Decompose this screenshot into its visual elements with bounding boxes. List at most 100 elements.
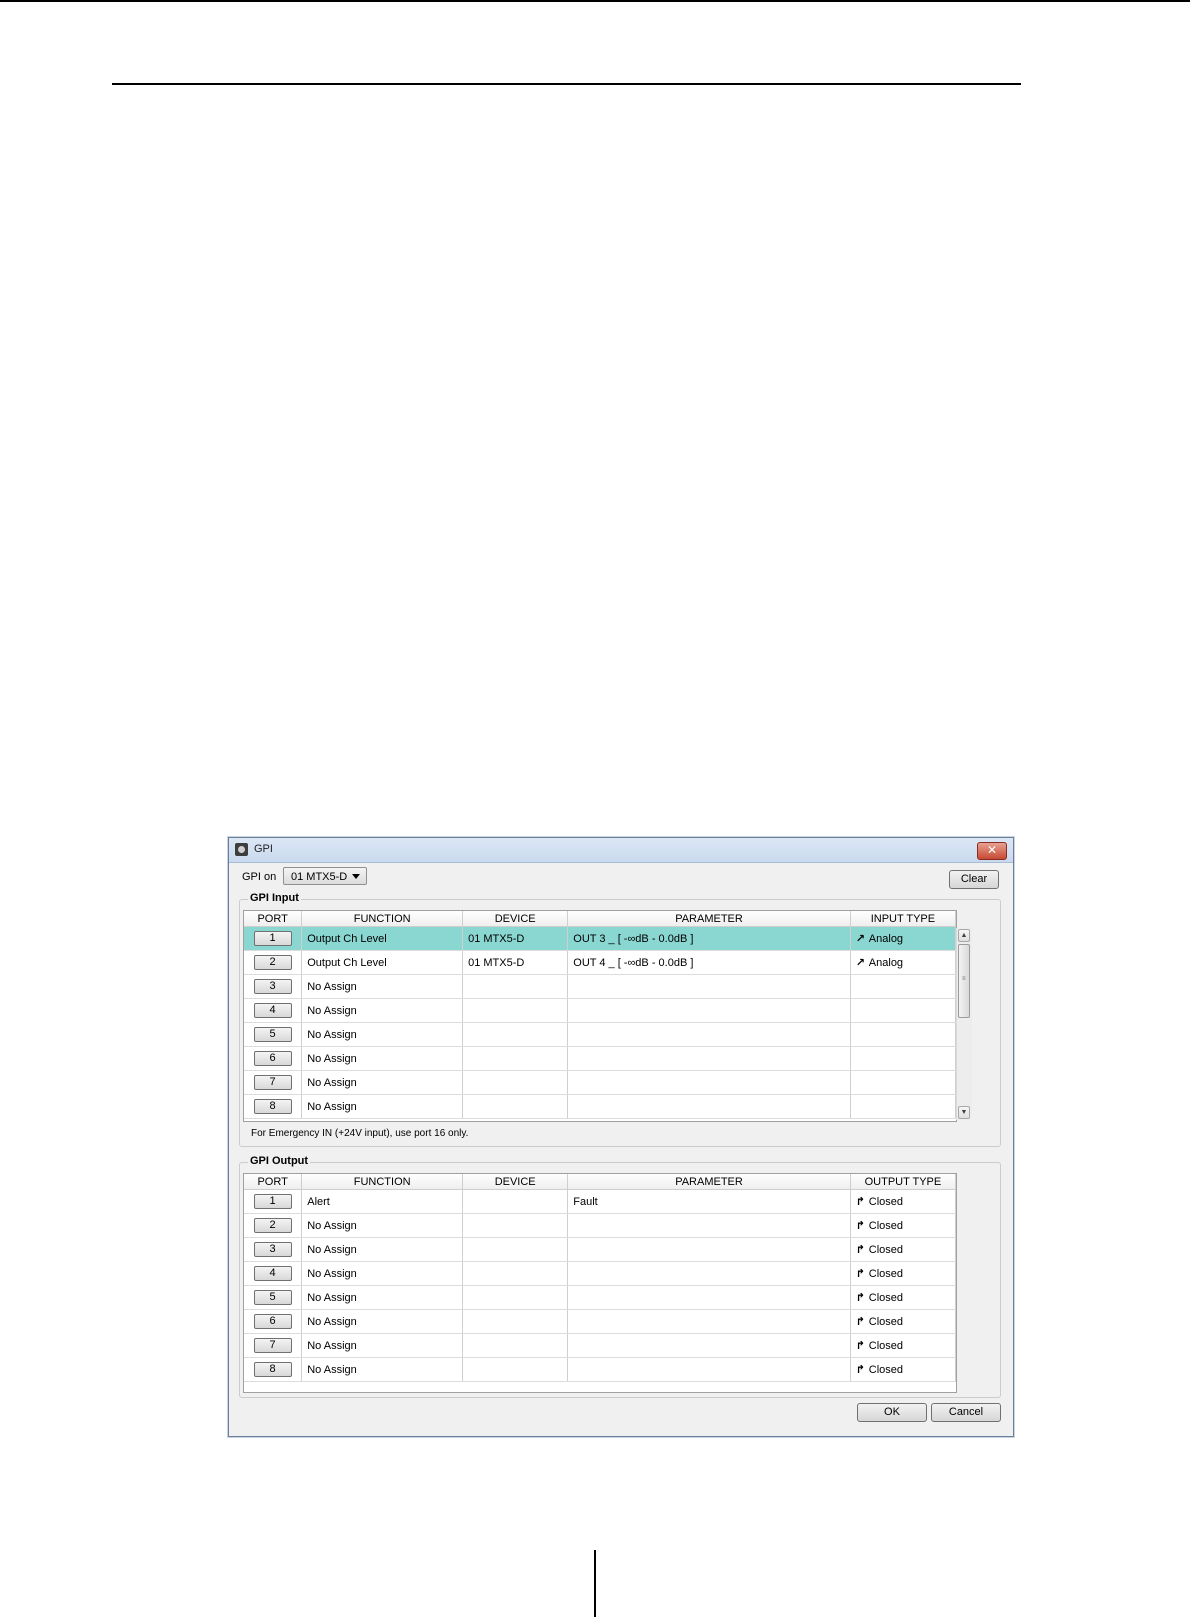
function-cell[interactable]: No Assign (301, 1213, 464, 1238)
function-cell[interactable]: No Assign (301, 1070, 464, 1095)
parameter-cell[interactable] (567, 1070, 851, 1095)
output-type-cell[interactable]: ↱ Closed (850, 1357, 957, 1382)
parameter-cell[interactable] (567, 1213, 851, 1238)
parameter-cell[interactable] (567, 1333, 851, 1358)
table-row[interactable]: 1 Output Ch Level 01 MTX5-D OUT 3 _ [ -∞dB … (244, 926, 957, 951)
parameter-cell[interactable] (567, 1261, 851, 1286)
device-cell[interactable] (462, 1285, 569, 1310)
table-row[interactable]: 4 No Assign (244, 998, 957, 1023)
port-button[interactable]: 8 (253, 1362, 292, 1377)
parameter-cell[interactable] (567, 998, 851, 1023)
port-button[interactable]: 6 (253, 1051, 292, 1066)
cancel-button[interactable]: Cancel (931, 1403, 1001, 1422)
port-button[interactable]: 7 (253, 1338, 292, 1353)
port-button[interactable]: 4 (253, 1266, 292, 1281)
header-output-type[interactable]: OUTPUT TYPE (850, 1174, 957, 1190)
parameter-cell[interactable]: OUT 4 _ [ -∞dB - 0.0dB ] (567, 950, 851, 975)
table-row[interactable]: 6 No Assign ↱ Closed (244, 1309, 957, 1334)
scroll-down-icon[interactable]: ▼ (958, 1106, 970, 1119)
table-row[interactable]: 4 No Assign ↱ Closed (244, 1261, 957, 1286)
parameter-cell[interactable] (567, 1285, 851, 1310)
header-device[interactable]: DEVICE (462, 911, 569, 927)
header-parameter[interactable]: PARAMETER (567, 1174, 851, 1190)
port-button[interactable]: 5 (253, 1027, 292, 1042)
function-cell[interactable]: No Assign (301, 1046, 464, 1071)
function-cell[interactable]: No Assign (301, 1022, 464, 1047)
function-cell[interactable]: No Assign (301, 1094, 464, 1119)
table-row[interactable]: 5 No Assign ↱ Closed (244, 1285, 957, 1310)
input-type-cell[interactable] (850, 998, 957, 1023)
table-row[interactable]: 2 No Assign ↱ Closed (244, 1213, 957, 1238)
parameter-cell[interactable] (567, 974, 851, 999)
parameter-cell[interactable] (567, 1022, 851, 1047)
device-cell[interactable] (462, 1189, 569, 1214)
output-type-cell[interactable]: ↱ Closed (850, 1189, 957, 1214)
table-row[interactable]: 7 No Assign (244, 1070, 957, 1095)
table-row[interactable]: 8 No Assign ↱ Closed (244, 1357, 957, 1382)
input-type-cell[interactable]: ↗ Analog (850, 926, 957, 951)
port-button[interactable]: 2 (253, 1218, 292, 1233)
header-port[interactable]: PORT (244, 911, 303, 927)
output-type-cell[interactable]: ↱ Closed (850, 1237, 957, 1262)
device-cell[interactable] (462, 1213, 569, 1238)
scroll-up-icon[interactable]: ▲ (958, 929, 970, 942)
device-cell[interactable] (462, 1070, 569, 1095)
device-cell[interactable] (462, 1309, 569, 1334)
header-port[interactable]: PORT (244, 1174, 303, 1190)
parameter-cell[interactable]: Fault (567, 1189, 851, 1214)
clear-button[interactable]: Clear (949, 870, 999, 889)
input-type-cell[interactable] (850, 1046, 957, 1071)
gpi-input-scrollbar[interactable]: ▲ ≡ ▼ (956, 928, 972, 1120)
table-row[interactable]: 3 No Assign (244, 974, 957, 999)
device-cell[interactable] (462, 998, 569, 1023)
table-row[interactable]: 8 No Assign (244, 1094, 957, 1119)
parameter-cell[interactable] (567, 1309, 851, 1334)
device-cell[interactable] (462, 1357, 569, 1382)
function-cell[interactable]: No Assign (301, 974, 464, 999)
table-row[interactable]: 6 No Assign (244, 1046, 957, 1071)
function-cell[interactable]: No Assign (301, 1357, 464, 1382)
device-cell[interactable] (462, 1022, 569, 1047)
port-button[interactable]: 6 (253, 1314, 292, 1329)
device-cell[interactable] (462, 1237, 569, 1262)
header-input-type[interactable]: INPUT TYPE (850, 911, 957, 927)
table-row[interactable]: 7 No Assign ↱ Closed (244, 1333, 957, 1358)
function-cell[interactable]: Output Ch Level (301, 950, 464, 975)
header-parameter[interactable]: PARAMETER (567, 911, 851, 927)
function-cell[interactable]: No Assign (301, 1261, 464, 1286)
port-button[interactable]: 3 (253, 1242, 292, 1257)
function-cell[interactable]: No Assign (301, 998, 464, 1023)
port-button[interactable]: 8 (253, 1099, 292, 1114)
output-type-cell[interactable]: ↱ Closed (850, 1261, 957, 1286)
function-cell[interactable]: No Assign (301, 1285, 464, 1310)
device-cell[interactable] (462, 1094, 569, 1119)
device-cell[interactable] (462, 1261, 569, 1286)
function-cell[interactable]: No Assign (301, 1333, 464, 1358)
parameter-cell[interactable] (567, 1237, 851, 1262)
table-row[interactable]: 3 No Assign ↱ Closed (244, 1237, 957, 1262)
device-cell[interactable]: 01 MTX5-D (462, 950, 569, 975)
input-type-cell[interactable] (850, 974, 957, 999)
port-button[interactable]: 5 (253, 1290, 292, 1305)
close-button[interactable]: ✕ (977, 842, 1007, 860)
device-cell[interactable] (462, 1046, 569, 1071)
output-type-cell[interactable]: ↱ Closed (850, 1285, 957, 1310)
port-button[interactable]: 4 (253, 1003, 292, 1018)
input-type-cell[interactable] (850, 1070, 957, 1095)
input-type-cell[interactable] (850, 1094, 957, 1119)
device-cell[interactable] (462, 974, 569, 999)
function-cell[interactable]: No Assign (301, 1309, 464, 1334)
output-type-cell[interactable]: ↱ Closed (850, 1213, 957, 1238)
parameter-cell[interactable] (567, 1046, 851, 1071)
output-type-cell[interactable]: ↱ Closed (850, 1309, 957, 1334)
parameter-cell[interactable] (567, 1094, 851, 1119)
input-type-cell[interactable] (850, 1022, 957, 1047)
device-cell[interactable]: 01 MTX5-D (462, 926, 569, 951)
parameter-cell[interactable]: OUT 3 _ [ -∞dB - 0.0dB ] (567, 926, 851, 951)
port-button[interactable]: 3 (253, 979, 292, 994)
function-cell[interactable]: Output Ch Level (301, 926, 464, 951)
input-type-cell[interactable]: ↗ Analog (850, 950, 957, 975)
header-device[interactable]: DEVICE (462, 1174, 569, 1190)
output-type-cell[interactable]: ↱ Closed (850, 1333, 957, 1358)
port-button[interactable]: 2 (253, 955, 292, 970)
